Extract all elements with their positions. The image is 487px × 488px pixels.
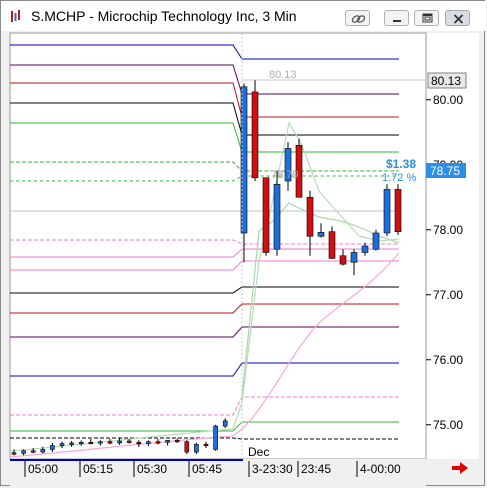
candle-body [328, 231, 336, 259]
candle-body [394, 189, 402, 232]
candle-body [59, 443, 65, 446]
candle-body [69, 442, 74, 445]
candle-body [184, 441, 190, 453]
candle-body [383, 189, 391, 234]
chart-window: S.MCHP - Microchip Technology Inc, 3 Min [0, 0, 486, 487]
percent-annotation: 1.72 % [382, 172, 416, 184]
chart-app-icon [11, 10, 20, 22]
y-tick-label: 78.00 [433, 223, 463, 237]
y-tick-label: 80.00 [433, 93, 463, 107]
x-tick-label: 3-23:30 [252, 462, 293, 476]
candle-body [203, 443, 209, 447]
candle-body [262, 177, 270, 253]
last-price-label: 80.13 [431, 74, 461, 88]
candle-body [155, 441, 161, 444]
candle-body [21, 450, 26, 454]
candle-body [117, 440, 122, 444]
candle-body [126, 440, 132, 443]
restore-button[interactable] [414, 10, 439, 26]
candle-body [339, 255, 347, 265]
price-chart[interactable]: 80.0079.0078.0077.0076.0075.00 80.13 78.… [1, 31, 486, 487]
x-tick-label: 05:15 [83, 462, 113, 476]
restore-icon [422, 13, 433, 23]
scroll-right-arrow-icon[interactable] [452, 462, 468, 474]
current-price-label: 78.75 [430, 164, 460, 178]
candle-body [213, 425, 218, 450]
mid-annotation: 78.79 [271, 169, 299, 181]
x-tick-label: 23:45 [301, 462, 331, 476]
chart-area[interactable]: 80.0079.0078.0077.0076.0075.00 80.13 78.… [1, 31, 486, 487]
close-button[interactable] [445, 10, 470, 26]
candle-body [174, 440, 180, 443]
candle-body [136, 441, 142, 445]
candle-body [50, 445, 55, 450]
candle-body [98, 441, 103, 444]
session-bar [10, 459, 243, 461]
window-title: S.MCHP - Microchip Technology Inc, 3 Min [31, 8, 297, 24]
title-bar[interactable]: S.MCHP - Microchip Technology Inc, 3 Min [1, 1, 486, 31]
candle-body [222, 420, 228, 427]
minimize-button[interactable] [384, 10, 409, 26]
candle-body [194, 443, 199, 453]
candle-body [11, 452, 17, 455]
candle-body [273, 183, 281, 250]
candle-body [146, 441, 151, 444]
minimize-icon [393, 20, 401, 22]
candle-body [240, 86, 248, 234]
session-label: Dec [248, 445, 269, 459]
high-annotation: 80.13 [269, 69, 297, 81]
change-annotation: $1.38 [386, 157, 416, 171]
x-tick-label: 4-00:00 [360, 462, 401, 476]
close-icon [453, 14, 464, 24]
x-tick-label: 05:30 [137, 462, 167, 476]
candle-body [350, 252, 358, 263]
candle-body [317, 232, 325, 237]
candle-body [251, 91, 259, 179]
candle-body [165, 440, 170, 443]
x-tick-label: 05:45 [192, 462, 222, 476]
candle-body [361, 245, 369, 253]
x-tick-label: 05:00 [28, 462, 58, 476]
candle-body [306, 196, 314, 237]
y-tick-label: 77.00 [433, 288, 463, 302]
chain-link-icon [351, 15, 366, 23]
y-tick-label: 75.00 [433, 418, 463, 432]
candle-body [107, 441, 113, 444]
candle-body [78, 441, 84, 445]
y-tick-label: 76.00 [433, 353, 463, 367]
candle-body [40, 449, 46, 453]
link-button[interactable] [345, 10, 370, 26]
candle-body [30, 450, 36, 453]
candle-body [88, 441, 94, 445]
candle-body [372, 232, 380, 250]
